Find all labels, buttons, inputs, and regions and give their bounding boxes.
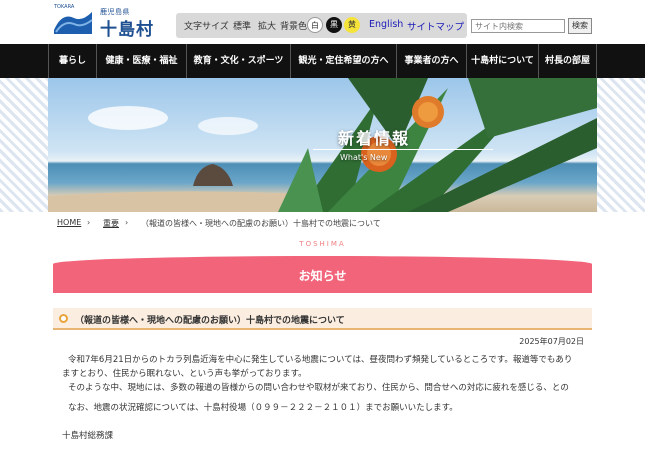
breadcrumb-important[interactable]: 重要: [103, 218, 119, 229]
breadcrumb-separator: ›: [87, 218, 91, 227]
font-enlarge-button[interactable]: 拡大: [258, 19, 276, 32]
nav-item-tourism[interactable]: 観光・定住希望の方へ: [290, 44, 396, 78]
english-link[interactable]: English: [369, 19, 403, 30]
hero-title: 新着情報: [338, 129, 411, 148]
search-input[interactable]: [471, 19, 565, 33]
font-standard-button[interactable]: 標準: [233, 19, 251, 32]
circle-bullet-icon: [59, 314, 68, 323]
section-kicker: TOSHIMA: [299, 240, 346, 248]
sitemap-link[interactable]: サイトマップ: [407, 19, 464, 33]
nav-item-mayor[interactable]: 村長の部屋: [538, 44, 597, 78]
bg-black-button[interactable]: 黒: [326, 17, 342, 33]
logo-wave-icon: [52, 8, 94, 36]
breadcrumb-current: （報道の皆様へ・現地への配慮のお願い）十島村での地震について: [141, 219, 381, 228]
hero-scenery: [48, 78, 597, 212]
nav-item-living[interactable]: 暮らし: [48, 44, 96, 78]
site-header: TOKARA 鹿児島県 十島村 文字サイズ 標準 拡大 背景色 白 黒 黄 En…: [0, 0, 645, 44]
hero-image: 新着情報 What's New: [48, 78, 597, 212]
section-title: お知らせ: [298, 269, 347, 283]
hero-subtitle: What's New: [340, 153, 388, 162]
bg-color-label: 背景色: [280, 22, 308, 32]
article-line-1: 令和7年6月21日からのトカラ列島近海を中心に発生している地震については、昼夜問…: [68, 355, 573, 365]
article-title: （報道の皆様へ・現地への配慮のお願い）十島村での地震について: [75, 316, 345, 326]
nav-item-about[interactable]: 十島村について: [466, 44, 538, 78]
bg-white-button[interactable]: 白: [307, 17, 323, 33]
nav-item-education[interactable]: 教育・文化・スポーツ: [186, 44, 290, 78]
hero-divider: [313, 149, 493, 150]
hero-banner: 新着情報 What's New: [0, 78, 645, 212]
breadcrumb-home[interactable]: HOME: [57, 218, 81, 227]
nav-item-business[interactable]: 事業者の方へ: [396, 44, 466, 78]
font-size-label: 文字サイズ: [184, 22, 229, 32]
nav-item-health[interactable]: 健康・医療・福祉: [96, 44, 186, 78]
article-date: 2025年07月02日: [519, 337, 584, 346]
breadcrumb-separator: ›: [125, 218, 129, 227]
search-button[interactable]: 検索: [568, 18, 592, 34]
article-line-2: ますとおり、住民から眠れない、という声も挙がっております。: [62, 369, 307, 379]
logo-village-name: 十島村: [100, 20, 154, 40]
article-signature: 十島村総務課: [62, 431, 114, 441]
article-title-bar: （報道の皆様へ・現地への配慮のお願い）十島村での地震について: [53, 308, 592, 330]
bg-yellow-button[interactable]: 黄: [344, 17, 360, 33]
global-nav: 暮らし 健康・医療・福祉 教育・文化・スポーツ 観光・定住希望の方へ 事業者の方…: [0, 44, 645, 78]
section-header: お知らせ: [53, 256, 592, 293]
article-line-4: なお、地震の状況確認については、十島村役場（０９９－２２２－２１０１）までお願い…: [68, 403, 458, 413]
logo-tiny-text: TOKARA: [54, 4, 75, 10]
article-line-3: そのような中、現地には、多数の報道の皆様からの問い合わせや取材が来ており、住民か…: [68, 383, 569, 393]
site-logo[interactable]: TOKARA 鹿児島県 十島村: [52, 4, 162, 40]
utility-bar: 文字サイズ 標準 拡大 背景色 白 黒 黄 English サイトマップ: [176, 13, 467, 38]
